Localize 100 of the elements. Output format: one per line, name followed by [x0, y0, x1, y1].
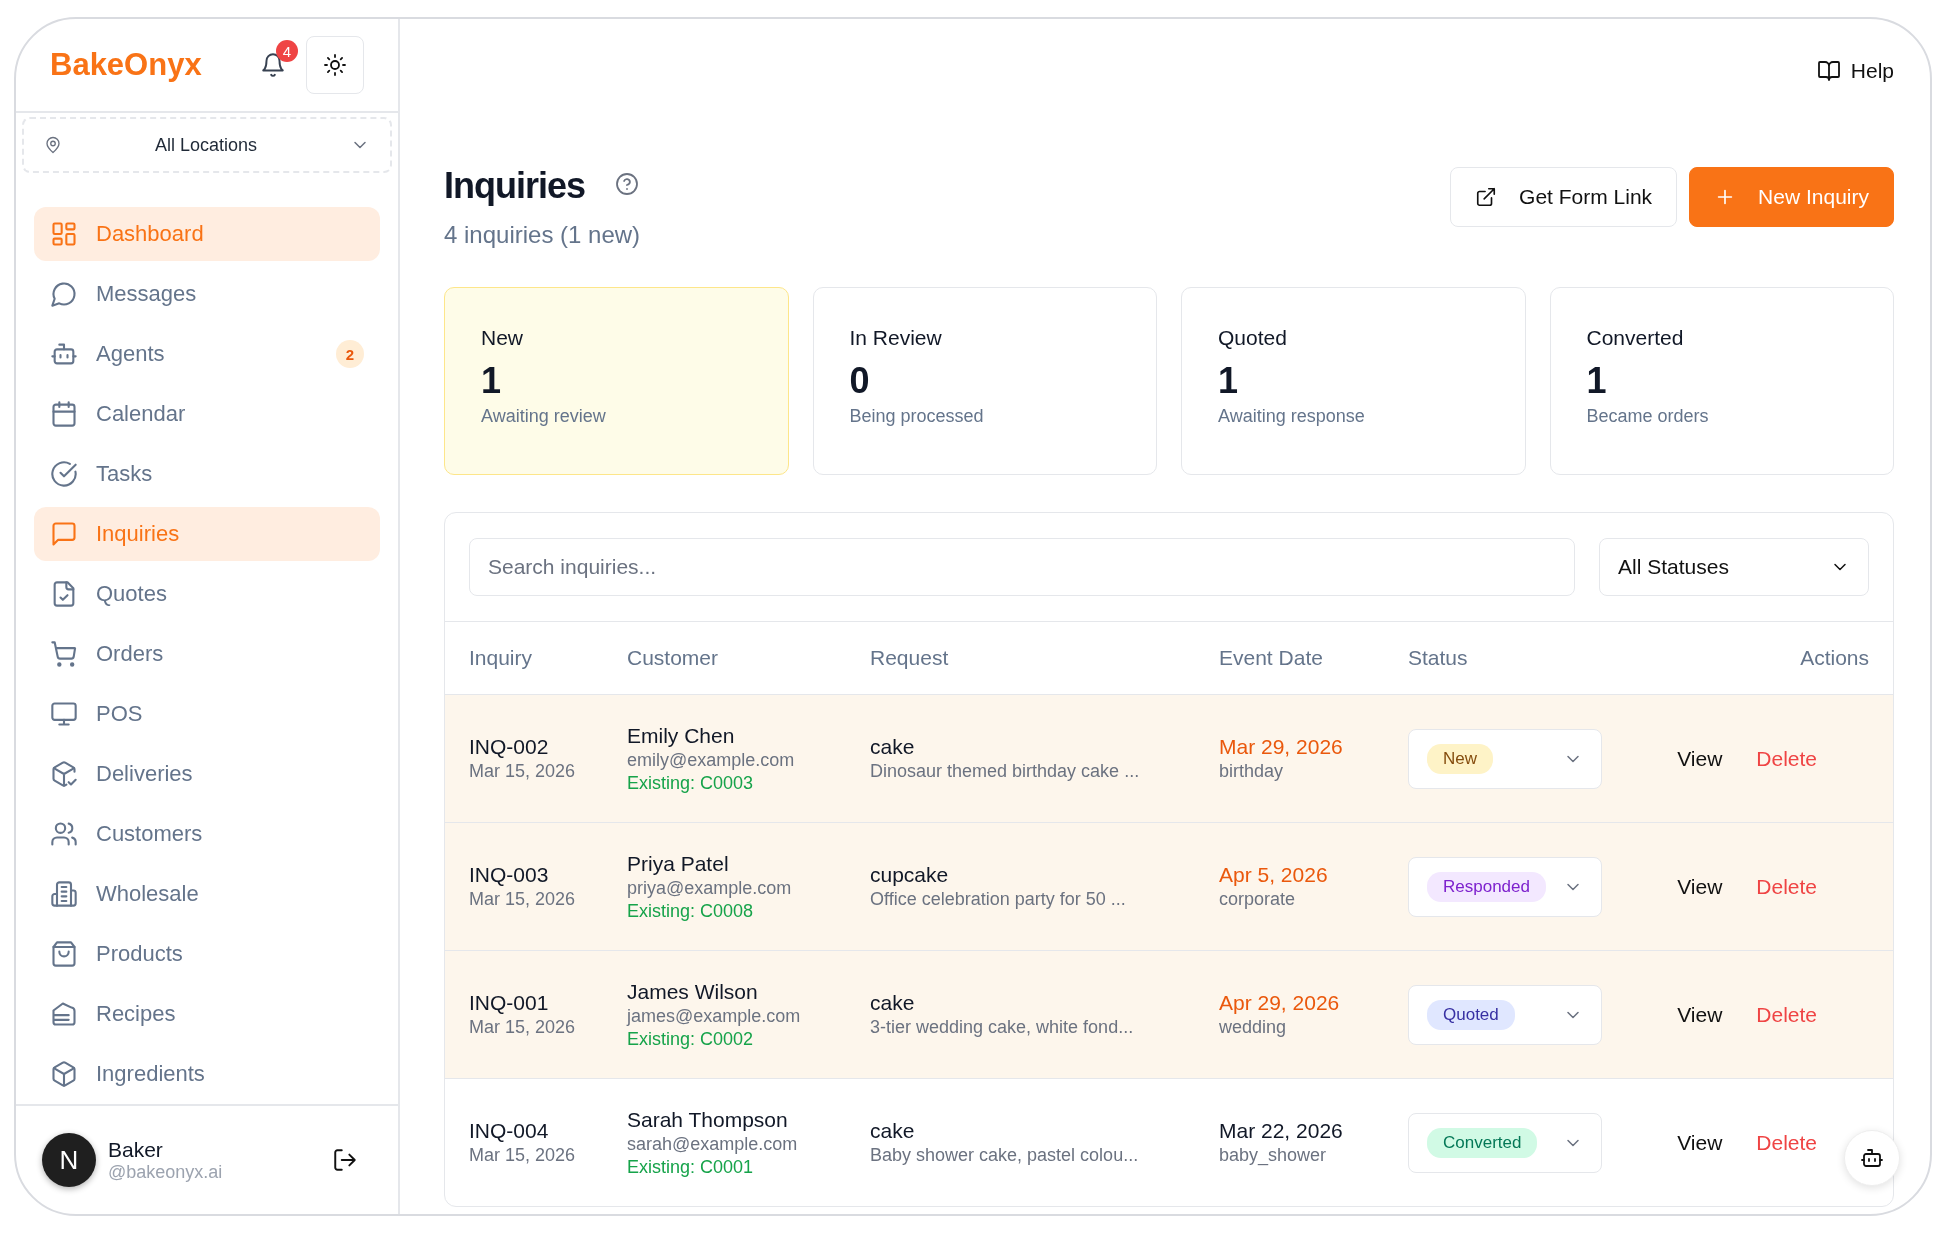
existing-customer-label: Existing: C0002: [627, 1028, 755, 1050]
table-row[interactable]: INQ-003 Mar 15, 2026 Priya Patel priya@example.com Existing: C0008 cupcake Office celebration party for 50 ... Apr 5, 2026 corporate Responded View Delete: [445, 823, 1893, 951]
nav-item[interactable]: Deliveries: [34, 747, 380, 801]
nav-item[interactable]: Wholesale: [34, 867, 380, 921]
column-header: Inquiry: [469, 646, 534, 670]
customer-email: james@example.com: [627, 1005, 802, 1027]
nav-item[interactable]: Tasks: [34, 447, 380, 501]
delete-link[interactable]: Delete: [1756, 1130, 1817, 1155]
event-type: corporate: [1219, 889, 1297, 910]
customer-name: Sarah Thompson: [627, 1107, 789, 1132]
existing-customer-label: Existing: C0003: [627, 772, 755, 794]
view-link[interactable]: View: [1677, 1002, 1723, 1027]
stat-caption: Being processed: [849, 406, 985, 427]
grid-icon: [50, 220, 78, 248]
logout-button[interactable]: [332, 1147, 358, 1173]
form-link-button[interactable]: Get Form Link: [1450, 167, 1678, 227]
request-description: Office celebration party for 50 ...: [870, 889, 1127, 910]
column-header: Status: [1408, 646, 1469, 670]
stat-label: In Review: [849, 326, 943, 350]
notification-badge: 4: [276, 40, 298, 62]
user-name: Baker: [108, 1137, 164, 1162]
status-select[interactable]: New: [1408, 728, 1602, 789]
event-date: Mar 22, 2026: [1219, 1119, 1344, 1143]
help-circle-icon: [615, 172, 640, 196]
location-select[interactable]: All Locations: [22, 117, 392, 173]
assistant-button[interactable]: [1844, 1130, 1900, 1186]
created-date: Mar 15, 2026: [469, 1145, 577, 1166]
column-header: Request: [870, 646, 950, 670]
nav-item[interactable]: Recipes: [34, 987, 380, 1041]
status-filter-select[interactable]: All Statuses: [1599, 538, 1869, 596]
event-type: wedding: [1219, 1017, 1288, 1038]
request-type: cake: [870, 1119, 916, 1143]
book-icon: [1816, 59, 1841, 83]
existing-customer-label: Existing: C0008: [627, 900, 755, 922]
inquiry-id: INQ-002: [469, 735, 550, 759]
robot-icon: [1860, 1146, 1884, 1170]
nav-item[interactable]: Customers: [34, 807, 380, 861]
inquiry-id: INQ-001: [469, 991, 550, 1015]
nav-item[interactable]: Dashboard: [34, 207, 380, 261]
event-type: birthday: [1219, 761, 1285, 782]
users-icon: [50, 820, 78, 848]
nav-item[interactable]: Calendar: [34, 387, 380, 441]
event-date: Mar 29, 2026: [1219, 735, 1344, 759]
status-select[interactable]: Converted: [1408, 1112, 1602, 1173]
stat-label: Quoted: [1218, 326, 1288, 350]
stat-value: 0: [849, 360, 871, 402]
event-date: Apr 29, 2026: [1219, 991, 1341, 1015]
request-type: cupcake: [870, 863, 950, 887]
nav-item[interactable]: Inquiries: [34, 507, 380, 561]
table-row[interactable]: INQ-004 Mar 15, 2026 Sarah Thompson sarah@example.com Existing: C0001 cake Baby shower cake, pastel colou... Mar 22, 2026 baby_shower Converted View Delete: [445, 1079, 1893, 1206]
table-row[interactable]: INQ-002 Mar 15, 2026 Emily Chen emily@example.com Existing: C0003 cake Dinosaur themed birthday cake ... Mar 29, 2026 birthday New View Delete: [445, 695, 1893, 823]
view-link[interactable]: View: [1677, 746, 1723, 771]
nav-item[interactable]: Quotes: [34, 567, 380, 621]
nav-item[interactable]: Agents 2: [34, 327, 380, 381]
status-select[interactable]: Quoted: [1408, 984, 1602, 1045]
inquiry-id: INQ-003: [469, 863, 550, 887]
status-select[interactable]: Responded: [1408, 856, 1602, 917]
package-check-icon: [50, 760, 78, 788]
stat-caption: Awaiting review: [481, 406, 607, 427]
stat-value: 1: [1218, 360, 1240, 402]
nav-item[interactable]: Ingredients: [34, 1047, 380, 1101]
created-date: Mar 15, 2026: [469, 761, 577, 782]
help-link[interactable]: Help: [1816, 59, 1894, 83]
view-link[interactable]: View: [1677, 874, 1723, 899]
customer-name: Priya Patel: [627, 851, 730, 876]
column-header: Actions: [1799, 646, 1869, 670]
user-avatar[interactable]: N: [42, 1133, 96, 1187]
nav-item[interactable]: POS: [34, 687, 380, 741]
search-field[interactable]: Search inquiries...: [469, 538, 1575, 596]
request-description: 3-tier wedding cake, white fond...: [870, 1017, 1135, 1038]
nav-item[interactable]: Orders: [34, 627, 380, 681]
nav-item[interactable]: Messages: [34, 267, 380, 321]
page-title: Inquiries: [444, 165, 586, 207]
user-email: @bakeonyx.ai: [108, 1161, 224, 1183]
created-date: Mar 15, 2026: [469, 889, 577, 910]
monitor-icon: [50, 700, 78, 728]
view-link[interactable]: View: [1677, 1130, 1723, 1155]
app-logo[interactable]: BakeOnyx: [50, 47, 248, 83]
nav-item[interactable]: Products: [34, 927, 380, 981]
logout-icon: [332, 1147, 358, 1173]
count-badge: 2: [336, 340, 364, 368]
event-type: baby_shower: [1219, 1145, 1328, 1166]
notifications-button[interactable]: 4: [248, 40, 298, 90]
map-pin-icon: [44, 136, 62, 154]
customer-email: emily@example.com: [627, 749, 796, 771]
created-date: Mar 15, 2026: [469, 1017, 577, 1038]
new-inquiry-button[interactable]: New Inquiry: [1689, 167, 1894, 227]
customer-email: priya@example.com: [627, 877, 793, 899]
delete-link[interactable]: Delete: [1756, 874, 1817, 899]
stat-label: Converted: [1586, 326, 1685, 350]
delete-link[interactable]: Delete: [1756, 746, 1817, 771]
theme-toggle-button[interactable]: [306, 36, 364, 94]
stat-label: New: [481, 326, 524, 350]
delete-link[interactable]: Delete: [1756, 1002, 1817, 1027]
stat-value: 1: [481, 360, 503, 402]
inquiry-id: INQ-004: [469, 1119, 550, 1143]
stat-caption: Became orders: [1586, 406, 1710, 427]
calendar-icon: [50, 400, 78, 428]
table-row[interactable]: INQ-001 Mar 15, 2026 James Wilson james@example.com Existing: C0002 cake 3-tier wedding cake, white fond... Apr 29, 2026 wedding Quoted View Delete: [445, 951, 1893, 1079]
shopping-bag-icon: [50, 940, 78, 968]
